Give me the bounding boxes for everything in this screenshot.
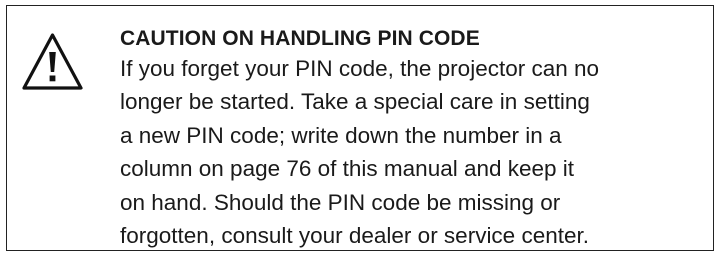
caution-notice-box: CAUTION ON HANDLING PIN CODE If you forg… — [6, 5, 714, 251]
notice-line: If you forget your PIN code, the project… — [120, 56, 600, 81]
notice-content: CAUTION ON HANDLING PIN CODE If you forg… — [120, 22, 710, 252]
notice-heading: CAUTION ON HANDLING PIN CODE — [120, 27, 480, 50]
warning-triangle-icon — [22, 33, 83, 90]
notice-body: If you forget your PIN code, the project… — [120, 52, 710, 252]
notice-line: forgotten, consult your dealer or servic… — [120, 223, 589, 249]
notice-line: on hand. Should the PIN code be missing … — [120, 189, 561, 215]
notice-line: column on page 76 of this manual and kee… — [120, 156, 575, 182]
notice-line: longer be started. Take a special care i… — [120, 89, 590, 115]
notice-line: a new PIN code; write down the number in… — [120, 122, 562, 148]
